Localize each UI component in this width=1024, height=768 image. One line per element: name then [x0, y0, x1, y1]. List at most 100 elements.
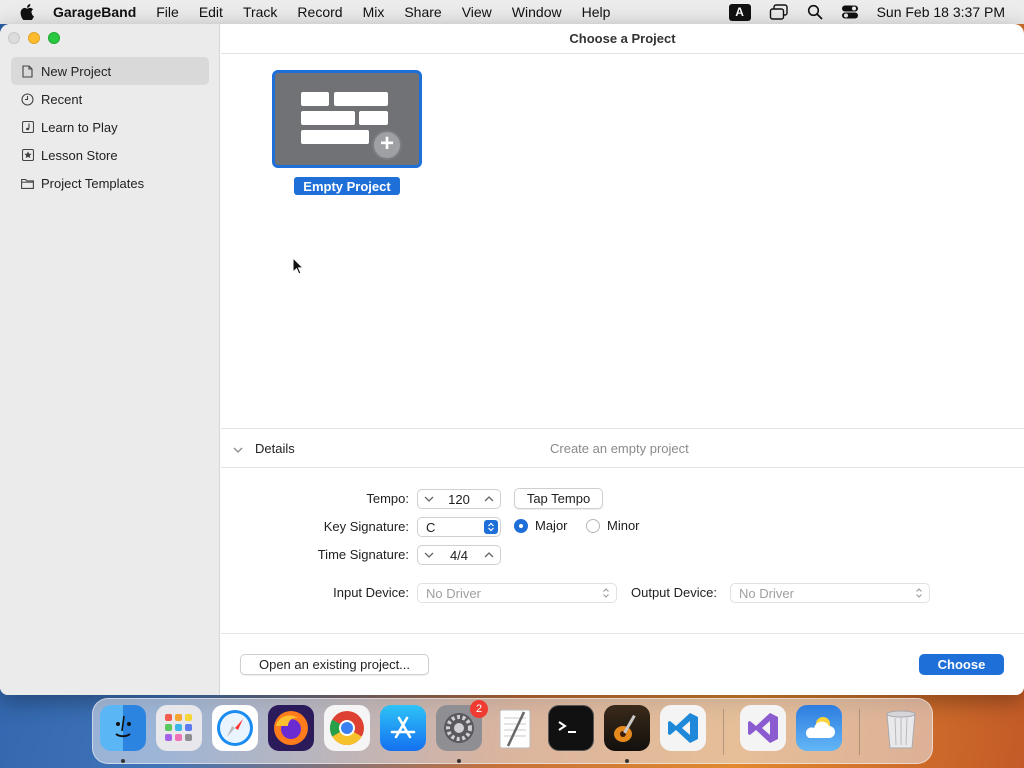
input-device-value: No Driver	[426, 585, 481, 601]
details-title: Details	[255, 440, 295, 456]
key-signature-value: C	[426, 519, 436, 535]
safari-icon[interactable]	[212, 705, 258, 751]
output-device-label: Output Device:	[631, 585, 717, 600]
terminal-icon[interactable]	[548, 705, 594, 751]
increment-chevron-icon[interactable]	[484, 494, 494, 505]
radio-unselected-indicator[interactable]	[586, 518, 600, 533]
launchpad-icon[interactable]	[156, 705, 202, 751]
decrement-chevron-icon[interactable]	[424, 550, 434, 561]
output-device-value: No Driver	[739, 585, 794, 601]
main-panel: Choose a Project + Empty Project Details…	[221, 24, 1024, 695]
mouse-pointer-icon	[292, 256, 305, 278]
brick-shape	[334, 92, 388, 106]
empty-project-template[interactable]: + Empty Project	[272, 70, 422, 195]
tempo-stepper[interactable]: 120	[417, 489, 501, 509]
chevron-down-icon[interactable]	[233, 441, 243, 456]
music-note-icon	[21, 121, 34, 134]
choose-button[interactable]: Choose	[919, 654, 1004, 675]
minor-radio[interactable]: Minor	[586, 518, 640, 533]
window-title: Choose a Project	[221, 24, 1024, 54]
sidebar: New Project Recent Learn to Play Lesson …	[0, 24, 220, 695]
notification-badge: 2	[470, 700, 488, 718]
popup-arrows-icon	[915, 587, 923, 599]
system-settings-icon[interactable]: 2	[436, 700, 488, 751]
screen-mirroring-icon[interactable]	[769, 4, 789, 20]
time-signature-value[interactable]: 4/4	[450, 548, 468, 563]
menu-window[interactable]: Window	[512, 4, 562, 20]
sidebar-item-project-templates[interactable]: Project Templates	[11, 169, 209, 197]
decrement-chevron-icon[interactable]	[424, 494, 434, 505]
menu-track[interactable]: Track	[243, 4, 277, 20]
open-existing-project-button[interactable]: Open an existing project...	[240, 654, 429, 675]
visual-studio-icon[interactable]	[740, 705, 786, 751]
input-device-select[interactable]: No Driver	[417, 583, 617, 603]
app-store-icon[interactable]	[380, 705, 426, 751]
sidebar-item-new-project[interactable]: New Project	[11, 57, 209, 85]
sidebar-item-label: Lesson Store	[41, 147, 118, 163]
menu-app-name[interactable]: GarageBand	[53, 4, 136, 20]
sidebar-list: New Project Recent Learn to Play Lesson …	[11, 57, 209, 197]
dock-separator	[859, 709, 860, 755]
running-indicator	[121, 759, 125, 763]
popup-arrows-icon	[484, 520, 498, 534]
garageband-icon[interactable]	[604, 705, 650, 751]
menu-edit[interactable]: Edit	[199, 4, 223, 20]
dialog-footer: Open an existing project... Choose	[221, 633, 1024, 695]
trash-icon[interactable]	[878, 705, 924, 751]
apple-menu-icon[interactable]	[19, 4, 35, 20]
menu-mix[interactable]: Mix	[363, 4, 385, 20]
empty-project-label[interactable]: Empty Project	[294, 177, 400, 195]
dock-separator	[723, 709, 724, 755]
popup-arrows-icon	[602, 587, 610, 599]
empty-project-thumbnail[interactable]: +	[272, 70, 422, 168]
tempo-value[interactable]: 120	[448, 492, 470, 507]
brick-shape	[359, 111, 388, 125]
control-center-icon[interactable]	[841, 4, 859, 20]
weather-icon[interactable]	[796, 705, 842, 751]
time-signature-stepper[interactable]: 4/4	[417, 545, 501, 565]
brick-shape	[301, 130, 369, 144]
clock-icon	[21, 92, 34, 106]
close-window-button[interactable]	[8, 32, 20, 44]
finder-icon[interactable]	[100, 705, 146, 751]
brick-shape	[301, 111, 355, 125]
input-source-icon[interactable]: A	[728, 3, 751, 21]
tap-tempo-button[interactable]: Tap Tempo	[514, 488, 603, 509]
folder-icon	[21, 177, 34, 190]
star-icon	[21, 149, 34, 162]
output-device-select[interactable]: No Driver	[730, 583, 930, 603]
menu-file[interactable]: File	[156, 4, 179, 20]
details-header[interactable]: Details Create an empty project	[221, 428, 1024, 468]
sidebar-item-label: Project Templates	[41, 175, 145, 191]
menu-share[interactable]: Share	[404, 4, 441, 20]
sidebar-item-label: Recent	[41, 91, 83, 107]
menu-bar: GarageBand File Edit Track Record Mix Sh…	[0, 0, 1024, 24]
minimize-window-button[interactable]	[28, 32, 40, 44]
document-icon	[21, 64, 34, 78]
radio-selected-indicator[interactable]	[514, 518, 528, 533]
spotlight-search-icon[interactable]	[807, 4, 823, 20]
menu-view[interactable]: View	[462, 4, 492, 20]
firefox-icon[interactable]	[268, 705, 314, 751]
minor-label: Minor	[607, 518, 640, 533]
sidebar-item-lesson-store[interactable]: Lesson Store	[11, 141, 209, 169]
major-label: Major	[535, 518, 568, 533]
key-signature-select[interactable]: C	[417, 517, 501, 537]
details-description: Create an empty project	[550, 440, 689, 456]
textedit-icon[interactable]	[492, 705, 538, 751]
sidebar-item-learn-to-play[interactable]: Learn to Play	[11, 113, 209, 141]
window-controls	[8, 32, 60, 44]
key-signature-label: Key Signature:	[323, 519, 409, 534]
major-radio[interactable]: Major	[514, 518, 568, 533]
add-plus-icon: +	[372, 130, 402, 160]
chrome-icon[interactable]	[324, 705, 370, 751]
menu-clock[interactable]: Sun Feb 18 3:37 PM	[877, 4, 1005, 20]
zoom-window-button[interactable]	[48, 32, 60, 44]
sidebar-item-recent[interactable]: Recent	[11, 85, 209, 113]
running-indicator	[457, 759, 461, 763]
vscode-icon[interactable]	[660, 705, 706, 751]
increment-chevron-icon[interactable]	[484, 550, 494, 561]
menu-record[interactable]: Record	[297, 4, 342, 20]
sidebar-item-label: Learn to Play	[41, 119, 118, 135]
menu-help[interactable]: Help	[582, 4, 611, 20]
